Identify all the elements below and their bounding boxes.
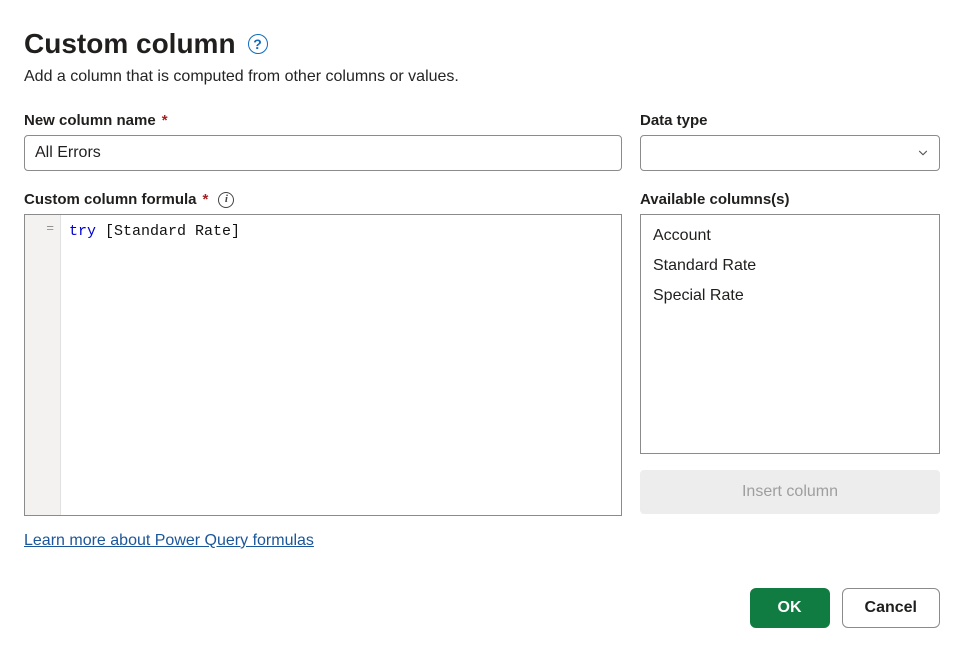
page-subtitle: Add a column that is computed from other…: [24, 68, 940, 86]
new-column-name-label-text: New column name: [24, 112, 156, 129]
dialog-footer: OK Cancel: [24, 588, 940, 628]
formula-label: Custom column formula * i: [24, 191, 622, 208]
info-icon[interactable]: i: [218, 192, 234, 208]
available-columns-label-text: Available columns(s): [640, 191, 790, 208]
insert-column-button[interactable]: Insert column: [640, 470, 940, 514]
help-icon[interactable]: ?: [248, 34, 268, 54]
available-columns-label: Available columns(s): [640, 191, 940, 208]
formula-token-keyword: try: [69, 223, 96, 240]
formula-token-space: [96, 223, 105, 240]
data-type-select[interactable]: [640, 135, 940, 171]
editor-gutter: =: [25, 215, 61, 515]
available-columns-list[interactable]: Account Standard Rate Special Rate: [640, 214, 940, 454]
editor-content[interactable]: try [Standard Rate]: [61, 215, 621, 515]
data-type-label: Data type: [640, 112, 940, 129]
required-mark: *: [162, 112, 168, 129]
formula-editor[interactable]: = try [Standard Rate]: [24, 214, 622, 516]
formula-token-column: [Standard Rate]: [105, 223, 240, 240]
new-column-name-input[interactable]: [24, 135, 622, 171]
formula-label-text: Custom column formula: [24, 191, 197, 208]
list-item[interactable]: Account: [641, 221, 939, 251]
cancel-button[interactable]: Cancel: [842, 588, 940, 628]
new-column-name-label: New column name *: [24, 112, 622, 129]
ok-button[interactable]: OK: [750, 588, 830, 628]
required-mark: *: [203, 191, 209, 208]
list-item[interactable]: Special Rate: [641, 281, 939, 311]
data-type-label-text: Data type: [640, 112, 708, 129]
page-title: Custom column: [24, 28, 236, 60]
learn-more-link[interactable]: Learn more about Power Query formulas: [24, 532, 314, 550]
list-item[interactable]: Standard Rate: [641, 251, 939, 281]
